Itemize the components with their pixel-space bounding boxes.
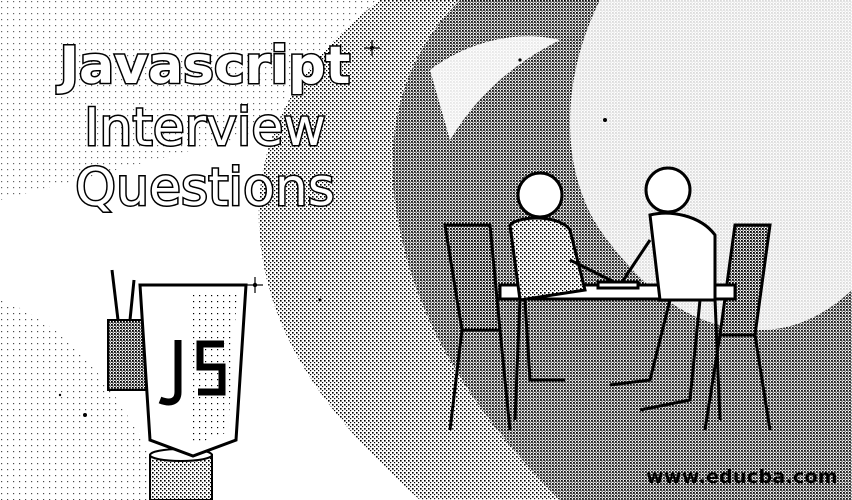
mug-icon [149, 448, 213, 500]
title-line-2: Interview [83, 98, 328, 158]
website-url: www.educba.com [646, 466, 838, 488]
javascript-shield-icon [138, 283, 248, 458]
title-line-1: Javascript [58, 36, 352, 96]
title-line-3: Questions [74, 158, 337, 218]
banner: Javascript Interview Questions www.educb… [0, 0, 852, 500]
banner-title: Javascript Interview Questions [40, 36, 370, 222]
